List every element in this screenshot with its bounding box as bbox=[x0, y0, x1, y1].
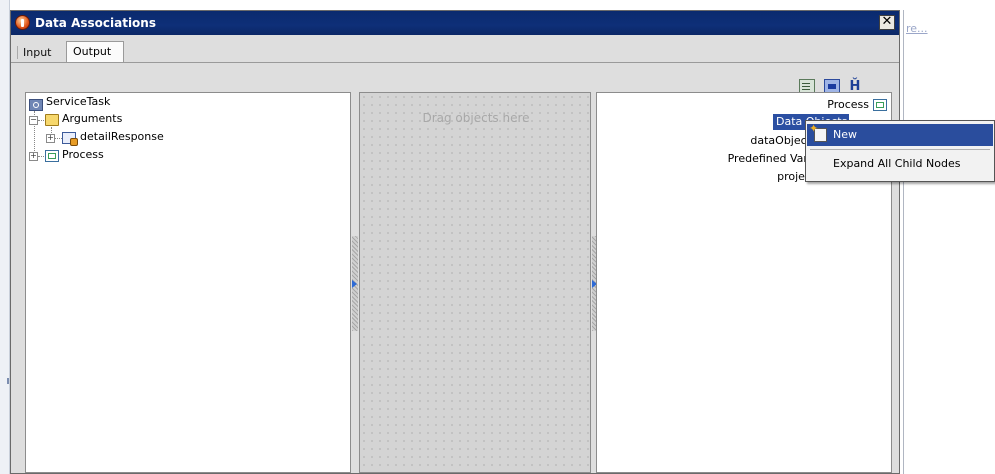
background-left-strip bbox=[0, 0, 10, 474]
tab-output[interactable]: Output bbox=[66, 41, 124, 62]
tab-divider bbox=[11, 62, 899, 63]
menu-item-expand-all[interactable]: Expand All Child Nodes bbox=[807, 153, 993, 175]
mapping-drop-zone[interactable]: Drag objects here bbox=[359, 92, 591, 473]
source-tree-panel[interactable]: ServiceTask − Arguments + detailResponse… bbox=[25, 92, 351, 473]
expand-detailresponse-icon[interactable]: + bbox=[46, 134, 55, 143]
process-icon bbox=[873, 99, 887, 111]
app-icon bbox=[15, 15, 30, 30]
menu-item-new[interactable]: New bbox=[807, 123, 993, 146]
background-more-link[interactable]: re... bbox=[906, 22, 928, 35]
collapse-arguments-icon[interactable]: − bbox=[29, 116, 38, 125]
expand-process-icon[interactable]: + bbox=[29, 152, 38, 161]
service-task-icon bbox=[29, 99, 43, 111]
menu-separator bbox=[810, 149, 990, 150]
tree-connector bbox=[38, 156, 44, 157]
tree-node-process[interactable]: Process bbox=[62, 146, 104, 164]
close-button[interactable]: ✕ bbox=[879, 15, 895, 30]
tree-node-detailresponse[interactable]: detailResponse bbox=[80, 128, 164, 146]
dialog-title: Data Associations bbox=[35, 16, 156, 30]
target-node-process[interactable]: Process bbox=[827, 97, 869, 113]
background-marker bbox=[7, 378, 9, 384]
target-node-predefined-variables[interactable]: Predefined Vari bbox=[725, 151, 811, 167]
tree-connector bbox=[38, 120, 44, 121]
left-splitter-arrow-icon[interactable] bbox=[352, 280, 357, 288]
target-node-dataobject[interactable]: dataObject bbox=[741, 133, 811, 149]
tree-connector bbox=[55, 138, 62, 139]
background-frame-edge bbox=[903, 10, 904, 474]
tree-node-servicetask[interactable]: ServiceTask bbox=[46, 93, 110, 111]
variable-icon bbox=[62, 132, 78, 146]
data-associations-dialog: Data Associations ✕ Input Output Ȟ Servi… bbox=[10, 10, 900, 474]
menu-item-new-label: New bbox=[833, 128, 857, 141]
drag-objects-hint: Drag objects here bbox=[422, 111, 530, 125]
menu-item-expand-all-label: Expand All Child Nodes bbox=[833, 157, 961, 170]
new-item-icon bbox=[809, 123, 827, 142]
process-icon bbox=[45, 150, 59, 162]
tree-node-arguments[interactable]: Arguments bbox=[62, 110, 122, 128]
dialog-title-bar[interactable]: Data Associations ✕ bbox=[11, 11, 899, 35]
folder-icon bbox=[45, 114, 59, 126]
context-menu: New Expand All Child Nodes bbox=[805, 120, 995, 182]
